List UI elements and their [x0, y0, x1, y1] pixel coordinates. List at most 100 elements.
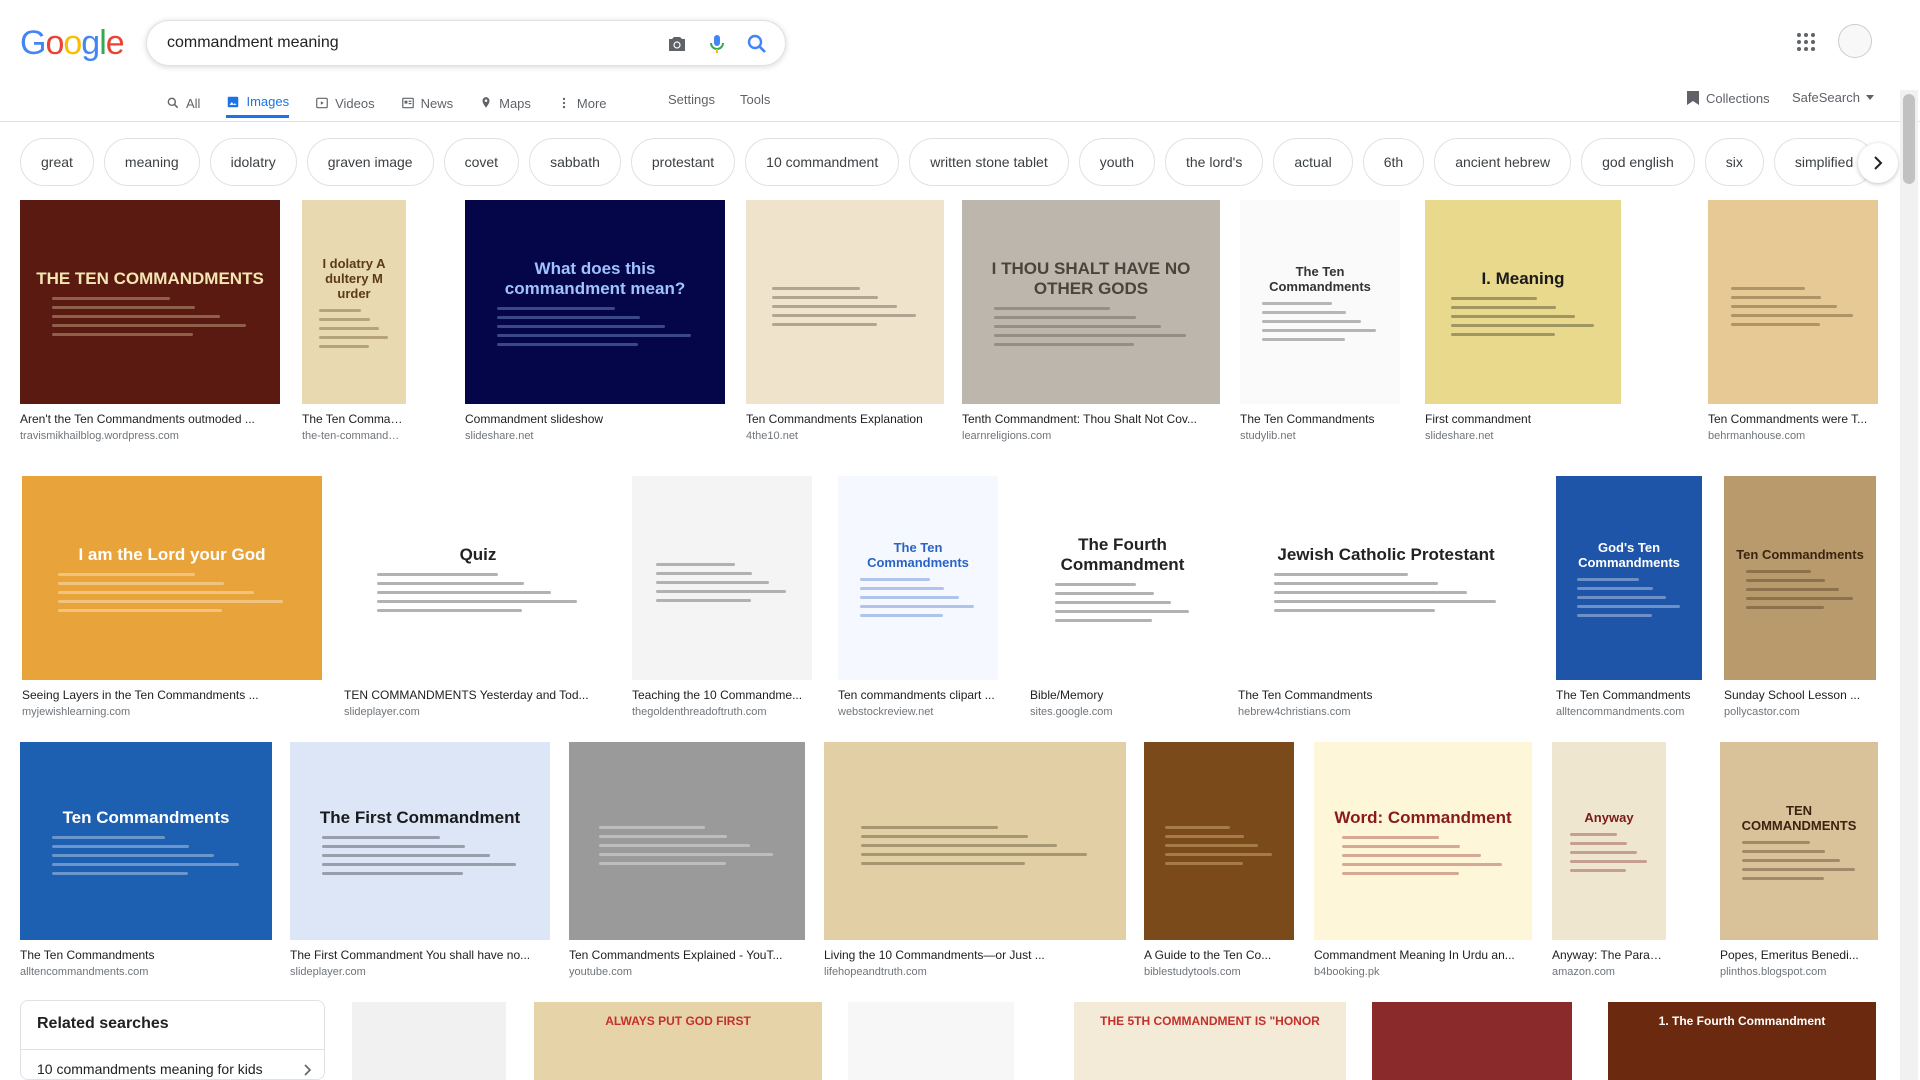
- refinement-chip[interactable]: great: [20, 138, 94, 186]
- image-result[interactable]: I dolatry A dultery M urder The Ten Comma…: [302, 200, 406, 442]
- image-thumbnail[interactable]: Anyway: [1552, 742, 1666, 940]
- image-result[interactable]: Ten Commandments The Ten Commandments allt…: [20, 742, 272, 978]
- image-result[interactable]: Anyway Anyway: The Paradoxi... amazon.com: [1552, 742, 1666, 978]
- tab-news[interactable]: News: [401, 88, 453, 118]
- collections-link[interactable]: Collections: [1686, 90, 1770, 106]
- tab-all[interactable]: All: [166, 88, 200, 118]
- image-result[interactable]: Ten Commandments Explanation 4the10.net: [746, 200, 944, 442]
- safesearch-menu[interactable]: SafeSearch: [1792, 90, 1874, 105]
- image-caption[interactable]: The Ten Commandme...: [302, 412, 406, 426]
- image-caption[interactable]: Commandment slideshow: [465, 412, 725, 426]
- refinement-chip[interactable]: sabbath: [529, 138, 621, 186]
- image-caption[interactable]: The Ten Commandments: [1238, 688, 1534, 702]
- refinement-chip[interactable]: 6th: [1362, 138, 1425, 186]
- related-search-item[interactable]: 10 commandments meaning for kids: [37, 1061, 263, 1077]
- image-thumbnail[interactable]: [824, 742, 1126, 940]
- account-avatar[interactable]: [1838, 24, 1872, 58]
- image-result[interactable]: Living the 10 Commandments—or Just ... li…: [824, 742, 1126, 978]
- image-thumbnail[interactable]: Ten Commandments: [1724, 476, 1876, 680]
- refinement-chip[interactable]: protestant: [630, 138, 736, 186]
- image-result[interactable]: Teaching the 10 Commandme... thegoldenthr…: [632, 476, 812, 718]
- refinement-chip[interactable]: the lord's: [1164, 138, 1264, 186]
- tab-maps[interactable]: Maps: [479, 88, 531, 118]
- image-result[interactable]: The Ten Commandments The Ten Commandments…: [1240, 200, 1400, 442]
- image-caption[interactable]: Anyway: The Paradoxi...: [1552, 948, 1666, 962]
- image-thumbnail[interactable]: TEN COMMANDMENTS: [1720, 742, 1878, 940]
- apps-grid-icon[interactable]: [1794, 30, 1818, 54]
- image-thumbnail[interactable]: I. Meaning: [1425, 200, 1621, 404]
- image-result[interactable]: I. Meaning First commandment slideshare.ne…: [1425, 200, 1621, 442]
- refinement-chip[interactable]: god english: [1581, 138, 1695, 186]
- image-result[interactable]: A Guide to the Ten Co... biblestudytools.…: [1144, 742, 1294, 978]
- refinement-chip[interactable]: written stone tablet: [909, 138, 1069, 186]
- image-caption[interactable]: A Guide to the Ten Co...: [1144, 948, 1294, 962]
- image-caption[interactable]: Tenth Commandment: Thou Shalt Not Cov...: [962, 412, 1220, 426]
- image-result[interactable]: I am the Lord your God Seeing Layers in t…: [22, 476, 322, 718]
- image-caption[interactable]: First commandment: [1425, 412, 1621, 426]
- camera-icon[interactable]: [665, 32, 689, 56]
- scrollbar-thumb[interactable]: [1903, 94, 1915, 184]
- refinement-chip[interactable]: graven image: [306, 138, 434, 186]
- image-result[interactable]: [848, 1002, 1014, 1080]
- image-thumbnail[interactable]: [1144, 742, 1294, 940]
- image-thumbnail[interactable]: [569, 742, 805, 940]
- refinement-chip[interactable]: covet: [443, 138, 520, 186]
- image-result[interactable]: THE 5TH COMMANDMENT IS "HONOR: [1074, 1002, 1346, 1080]
- image-result[interactable]: Ten Commandments Sunday School Lesson ...…: [1724, 476, 1876, 718]
- search-input[interactable]: commandment meaning: [167, 34, 339, 52]
- image-result[interactable]: What does this commandment mean? Commandm…: [465, 200, 725, 442]
- image-caption[interactable]: Living the 10 Commandments—or Just ...: [824, 948, 1126, 962]
- image-thumbnail[interactable]: I THOU SHALT HAVE NO OTHER GODS: [962, 200, 1220, 404]
- image-result[interactable]: 1. The Fourth Commandment: [1608, 1002, 1876, 1080]
- image-result[interactable]: THE TEN COMMANDMENTS Aren't the Ten Comma…: [20, 200, 280, 442]
- image-result[interactable]: Jewish Catholic Protestant The Ten Comman…: [1238, 476, 1534, 718]
- image-caption[interactable]: Sunday School Lesson ...: [1724, 688, 1876, 702]
- search-icon[interactable]: [745, 32, 769, 56]
- image-result[interactable]: ALWAYS PUT GOD FIRST: [534, 1002, 822, 1080]
- image-thumbnail[interactable]: [1708, 200, 1878, 404]
- search-box[interactable]: commandment meaning: [146, 20, 786, 66]
- image-thumbnail[interactable]: The Ten Commandments: [838, 476, 998, 680]
- image-caption[interactable]: Bible/Memory: [1030, 688, 1215, 702]
- image-result[interactable]: Word: Commandment Commandment Meaning In …: [1314, 742, 1532, 978]
- image-result[interactable]: Quiz TEN COMMANDMENTS Yesterday and Tod..…: [344, 476, 612, 718]
- image-caption[interactable]: Commandment Meaning In Urdu an...: [1314, 948, 1532, 962]
- image-caption[interactable]: Aren't the Ten Commandments outmoded ...: [20, 412, 280, 426]
- tab-images[interactable]: Images: [226, 88, 290, 118]
- image-thumbnail[interactable]: I am the Lord your God: [22, 476, 322, 680]
- refinement-chip[interactable]: youth: [1078, 138, 1155, 186]
- image-result[interactable]: The Ten Commandments Ten commandments cli…: [838, 476, 998, 718]
- image-caption[interactable]: The Ten Commandments: [1240, 412, 1400, 426]
- image-thumbnail[interactable]: THE TEN COMMANDMENTS: [20, 200, 280, 404]
- image-caption[interactable]: The Ten Commandments: [20, 948, 272, 962]
- tab-more[interactable]: More: [557, 88, 607, 118]
- image-thumbnail[interactable]: Quiz: [344, 476, 612, 680]
- image-thumbnail[interactable]: What does this commandment mean?: [465, 200, 725, 404]
- refinement-chip[interactable]: 10 commandment: [745, 138, 900, 186]
- image-caption[interactable]: The First Commandment You shall have no.…: [290, 948, 550, 962]
- image-caption[interactable]: Teaching the 10 Commandme...: [632, 688, 812, 702]
- refinement-chip[interactable]: six: [1704, 138, 1764, 186]
- image-caption[interactable]: Ten Commandments Explanation: [746, 412, 944, 426]
- image-result[interactable]: [1372, 1002, 1572, 1080]
- image-caption[interactable]: The Ten Commandments: [1556, 688, 1702, 702]
- image-thumbnail[interactable]: [632, 476, 812, 680]
- image-caption[interactable]: Seeing Layers in the Ten Commandments ..…: [22, 688, 322, 702]
- refinement-chip[interactable]: meaning: [103, 138, 200, 186]
- page-scrollbar[interactable]: [1900, 90, 1918, 1080]
- refinement-chip[interactable]: ancient hebrew: [1434, 138, 1572, 186]
- image-result[interactable]: The First Commandment The First Commandme…: [290, 742, 550, 978]
- refinement-chip[interactable]: actual: [1273, 138, 1353, 186]
- image-caption[interactable]: Ten Commandments were T...: [1708, 412, 1878, 426]
- image-thumbnail[interactable]: Word: Commandment: [1314, 742, 1532, 940]
- tab-videos[interactable]: Videos: [315, 88, 375, 118]
- tools-link[interactable]: Tools: [740, 92, 770, 107]
- chips-next-button[interactable]: [1858, 143, 1898, 183]
- image-thumbnail[interactable]: God's Ten Commandments: [1556, 476, 1702, 680]
- image-thumbnail[interactable]: I dolatry A dultery M urder: [302, 200, 406, 404]
- image-result[interactable]: TEN COMMANDMENTS Popes, Emeritus Benedi..…: [1720, 742, 1878, 978]
- image-thumbnail[interactable]: The First Commandment: [290, 742, 550, 940]
- image-result[interactable]: I THOU SHALT HAVE NO OTHER GODS Tenth Com…: [962, 200, 1220, 442]
- image-thumbnail[interactable]: Ten Commandments: [20, 742, 272, 940]
- image-result[interactable]: God's Ten Commandments The Ten Commandmen…: [1556, 476, 1702, 718]
